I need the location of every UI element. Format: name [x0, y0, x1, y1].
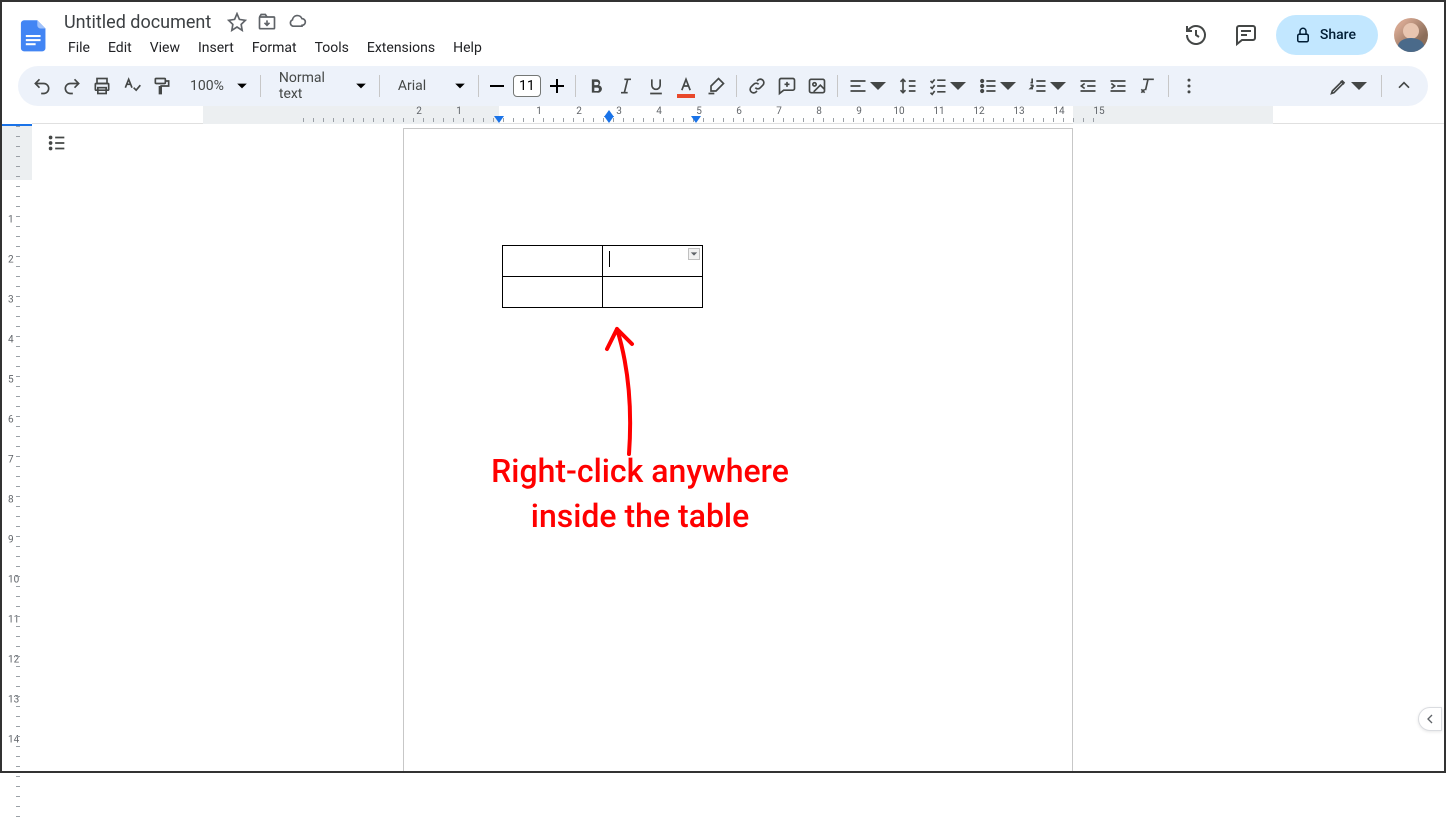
- decrease-font-button[interactable]: [485, 74, 509, 98]
- bold-button[interactable]: [582, 72, 610, 100]
- comments-icon[interactable]: [1226, 15, 1266, 55]
- text-color-button[interactable]: [672, 72, 700, 100]
- editing-mode-dropdown[interactable]: [1325, 72, 1373, 100]
- font-size-control: 11: [485, 74, 569, 98]
- menu-extensions[interactable]: Extensions: [359, 36, 443, 60]
- menu-insert[interactable]: Insert: [190, 36, 242, 60]
- highlight-color-button[interactable]: [702, 72, 730, 100]
- italic-button[interactable]: [612, 72, 640, 100]
- lock-icon: [1294, 26, 1312, 44]
- font-size-input[interactable]: 11: [513, 75, 541, 97]
- more-button[interactable]: [1175, 72, 1203, 100]
- hide-menus-button[interactable]: [1390, 72, 1418, 100]
- menu-tools[interactable]: Tools: [307, 36, 357, 60]
- table-row[interactable]: [503, 246, 703, 277]
- zoom-value: 100%: [184, 78, 230, 94]
- move-icon[interactable]: [257, 12, 277, 32]
- align-dropdown[interactable]: [844, 72, 892, 100]
- document-page[interactable]: Right-click anywhere inside the table: [403, 128, 1073, 771]
- text-cursor: [609, 251, 610, 267]
- caret-down-icon: [690, 250, 698, 258]
- styles-value: Normal text: [273, 70, 351, 102]
- menu-view[interactable]: View: [142, 36, 188, 60]
- share-button[interactable]: Share: [1276, 15, 1378, 55]
- account-avatar[interactable]: [1394, 18, 1428, 52]
- spellcheck-button[interactable]: [118, 72, 146, 100]
- annotation-arrow: [599, 314, 659, 464]
- table-cell[interactable]: [503, 277, 603, 308]
- insert-link-button[interactable]: [743, 72, 771, 100]
- title-area: Untitled document File Edit View Insert …: [58, 10, 490, 60]
- caret-down-icon: [454, 80, 466, 92]
- increase-indent-button[interactable]: [1104, 72, 1132, 100]
- header: Untitled document File Edit View Insert …: [2, 2, 1444, 60]
- menu-file[interactable]: File: [60, 36, 98, 60]
- redo-button[interactable]: [58, 72, 86, 100]
- increase-font-button[interactable]: [545, 74, 569, 98]
- caret-down-icon: [355, 80, 367, 92]
- add-comment-button[interactable]: [773, 72, 801, 100]
- underline-button[interactable]: [642, 72, 670, 100]
- star-icon[interactable]: [227, 12, 247, 32]
- caret-down-icon: [236, 80, 248, 92]
- table-row[interactable]: [503, 277, 703, 308]
- styles-dropdown[interactable]: Normal text: [267, 72, 373, 100]
- insert-image-button[interactable]: [803, 72, 831, 100]
- menu-format[interactable]: Format: [244, 36, 305, 60]
- document-table[interactable]: [502, 245, 703, 308]
- table-cell[interactable]: [603, 246, 703, 277]
- table-cell[interactable]: [503, 246, 603, 277]
- print-button[interactable]: [88, 72, 116, 100]
- menu-edit[interactable]: Edit: [100, 36, 140, 60]
- menu-help[interactable]: Help: [445, 36, 490, 60]
- numbered-list-button[interactable]: [1024, 72, 1072, 100]
- clear-formatting-button[interactable]: [1134, 72, 1162, 100]
- paint-format-button[interactable]: [148, 72, 176, 100]
- docs-logo-icon[interactable]: [14, 15, 54, 55]
- undo-button[interactable]: [28, 72, 56, 100]
- history-icon[interactable]: [1176, 15, 1216, 55]
- font-dropdown[interactable]: Arial: [386, 72, 472, 100]
- table-cell[interactable]: [603, 277, 703, 308]
- show-side-panel-button[interactable]: [1418, 707, 1442, 731]
- share-label: Share: [1320, 27, 1356, 43]
- bulleted-list-button[interactable]: [974, 72, 1022, 100]
- line-spacing-button[interactable]: [894, 72, 922, 100]
- checklist-button[interactable]: [924, 72, 972, 100]
- cell-options-button[interactable]: [688, 248, 700, 260]
- menu-bar: File Edit View Insert Format Tools Exten…: [58, 36, 490, 60]
- vertical-ruler: 1234567891011121314: [2, 106, 32, 771]
- font-value: Arial: [392, 78, 450, 94]
- document-title[interactable]: Untitled document: [58, 11, 217, 34]
- toolbar: 100% Normal text Arial 11: [18, 66, 1428, 106]
- zoom-dropdown[interactable]: 100%: [178, 72, 254, 100]
- decrease-indent-button[interactable]: [1074, 72, 1102, 100]
- annotation-text: Right-click anywhere inside the table: [440, 449, 840, 539]
- cloud-status-icon[interactable]: [287, 12, 307, 32]
